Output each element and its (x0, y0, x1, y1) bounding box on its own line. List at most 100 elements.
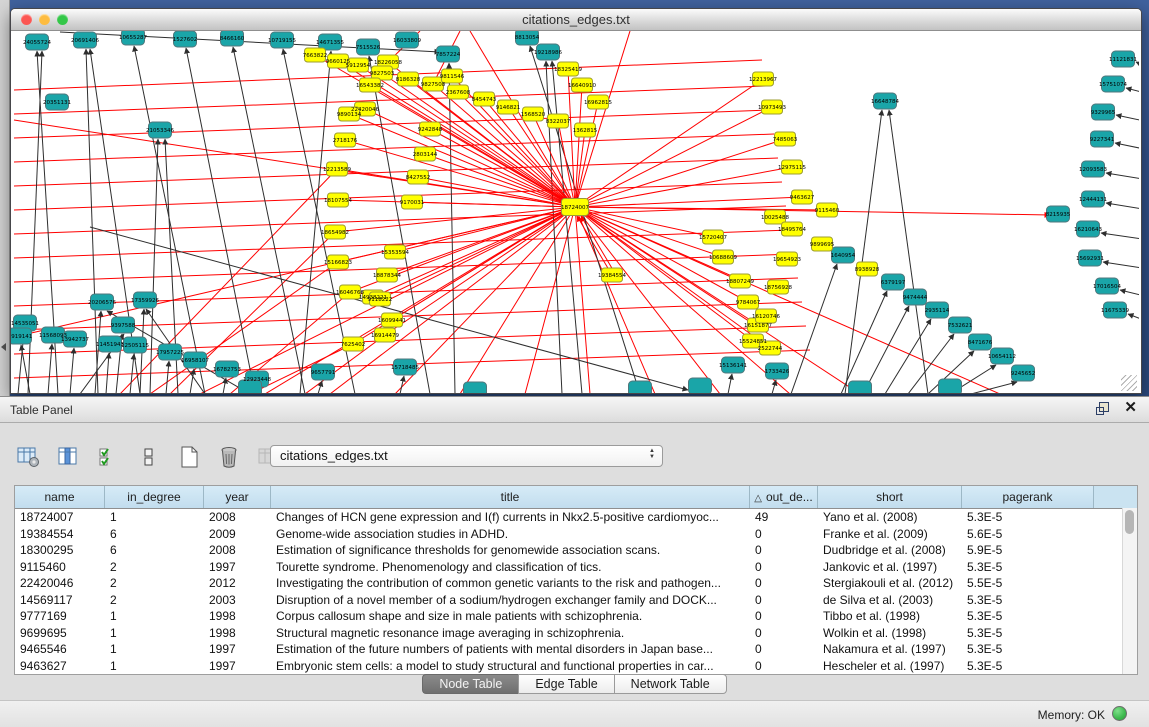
graph-node-label: 20691406 (71, 38, 99, 44)
tab-network-table[interactable]: Network Table (614, 674, 727, 694)
graph-node-label: 9899695 (810, 242, 835, 248)
graph-node-label: 15524851 (739, 339, 767, 345)
cell-year: 2012 (204, 575, 271, 592)
graph-node[interactable] (689, 378, 712, 393)
graph-node-label: 17957225 (156, 350, 184, 356)
delete-column-icon[interactable] (216, 444, 242, 470)
table-row[interactable]: 1456911722003Disruption of a novel membe… (15, 592, 1137, 609)
graph-node-label: 10973493 (758, 105, 786, 111)
graph-node[interactable] (939, 379, 962, 393)
graph-node-label: 2935114 (925, 308, 950, 314)
column-header-short[interactable]: short (818, 486, 962, 508)
cell-title: Genome-wide association studies in ADHD. (271, 526, 750, 543)
column-header-pagerank[interactable]: pagerank (962, 486, 1094, 508)
graph-node-label: 11121831 (1109, 57, 1137, 63)
graph-node-label: 18724007 (561, 205, 589, 211)
graph-node-label: 9474444 (903, 295, 928, 301)
table-row[interactable]: 946362711997Embryonic stem cells: a mode… (15, 658, 1137, 675)
scrollbar-thumb[interactable] (1125, 510, 1134, 534)
graph-node-label: 18325419 (554, 67, 582, 73)
column-header-year[interactable]: year (204, 486, 271, 508)
graph-node-label: 21053346 (146, 128, 174, 134)
cell-in_degree: 1 (105, 509, 204, 526)
graph-node-label: 5912954 (346, 63, 371, 69)
cell-title: Corpus callosum shape and size in male p… (271, 608, 750, 625)
table-row[interactable]: 969969511998Structural magnetic resonanc… (15, 625, 1137, 642)
cell-title: Structural magnetic resonance image aver… (271, 625, 750, 642)
rows-icon[interactable] (136, 444, 162, 470)
column-header-out_degree[interactable]: △out_de... (750, 486, 818, 508)
cell-pagerank: 5.3E-5 (962, 658, 1094, 675)
cell-pagerank: 5.3E-5 (962, 608, 1094, 625)
column-header-title[interactable]: title (271, 486, 750, 508)
dropdown-arrows-icon: ▲▼ (649, 448, 655, 460)
left-panel-edge (0, 0, 10, 396)
table-row[interactable]: 946554611997Estimation of the future num… (15, 641, 1137, 658)
graph-node-label: 2803144 (413, 152, 438, 158)
new-column-icon[interactable] (176, 444, 202, 470)
cell-pagerank: 5.6E-5 (962, 526, 1094, 543)
panel-collapse-arrow-icon[interactable] (1, 343, 6, 351)
cell-short: Stergiakouli et al. (2012) (818, 575, 962, 592)
cell-out_degree: 49 (750, 509, 818, 526)
window-resize-grip[interactable] (1121, 375, 1137, 391)
cell-in_degree: 2 (105, 592, 204, 609)
close-panel-icon[interactable]: ✕ (1124, 401, 1137, 415)
memory-status-indicator[interactable] (1112, 706, 1127, 721)
graph-node-label: 2522744 (758, 346, 783, 352)
network-window: citations_edges.txt 24055724206914061065… (10, 8, 1142, 394)
cell-short: Jankovic et al. (1997) (818, 559, 962, 576)
table-tabs: Node TableEdge TableNetwork Table (0, 674, 1149, 694)
cell-out_degree: 0 (750, 641, 818, 658)
cell-year: 1998 (204, 608, 271, 625)
column-header-in_degree[interactable]: in_degree (105, 486, 204, 508)
graph-node-label: 8215935 (1046, 212, 1071, 218)
cell-short: Yano et al. (2008) (818, 509, 962, 526)
table-row[interactable]: 977716911998Corpus callosum shape and si… (15, 608, 1137, 625)
graph-node-label: 14535051 (11, 321, 39, 327)
table-row[interactable]: 2242004622012Investigating the contribut… (15, 575, 1137, 592)
graph-node[interactable] (464, 382, 487, 393)
cell-name: 14569117 (15, 592, 105, 609)
graph-node-label: 10654112 (988, 354, 1016, 360)
tab-node-table[interactable]: Node Table (422, 674, 518, 694)
graph-node-label: 12093583 (1079, 167, 1107, 173)
table-selector-dropdown[interactable]: citations_edges.txt ▲▼ (270, 445, 663, 467)
cell-in_degree: 2 (105, 575, 204, 592)
cell-out_degree: 0 (750, 592, 818, 609)
table-row[interactable]: 1872400712008Changes of HCN gene express… (15, 509, 1137, 526)
table-row[interactable]: 1938455462009Genome-wide association stu… (15, 526, 1137, 543)
graph-node-label: 18756928 (764, 285, 792, 291)
table-scrollbar[interactable] (1122, 508, 1137, 674)
network-canvas[interactable]: 2405572420691406106552871527602846616010… (11, 31, 1139, 393)
window-title: citations_edges.txt (11, 12, 1141, 27)
graph-node-label: 16958107 (181, 358, 209, 364)
select-columns-icon[interactable] (96, 444, 122, 470)
graph-node-label: 16782753 (213, 367, 241, 373)
table-options-icon[interactable] (16, 444, 42, 470)
graph-node-label: 12213967 (749, 77, 777, 83)
graph-node-label: 17016504 (1093, 284, 1121, 290)
cell-out_degree: 0 (750, 559, 818, 576)
graph-node-label: 7515526 (356, 45, 381, 51)
show-hide-columns-icon[interactable] (56, 444, 82, 470)
tab-edge-table[interactable]: Edge Table (518, 674, 613, 694)
network-window-titlebar[interactable]: citations_edges.txt (11, 9, 1141, 31)
float-panel-icon[interactable] (1096, 401, 1110, 415)
graph-node-label: 15136141 (719, 363, 747, 369)
graph-node-label: 1733426 (765, 369, 790, 375)
graph-node[interactable] (629, 381, 652, 393)
graph-node-label: 15720407 (699, 235, 727, 241)
cell-name: 9115460 (15, 559, 105, 576)
graph-node-label: 9146821 (496, 105, 521, 111)
cell-year: 2008 (204, 542, 271, 559)
table-row[interactable]: 911546021997Tourette syndrome. Phenomeno… (15, 559, 1137, 576)
column-header-name[interactable]: name (15, 486, 105, 508)
table-header-row: namein_degreeyeartitle△out_de...shortpag… (15, 486, 1137, 509)
graph-node-label: 7485063 (773, 137, 798, 143)
cell-pagerank: 5.3E-5 (962, 625, 1094, 642)
graph-node[interactable] (849, 381, 872, 393)
graph-node-label: 19218986 (534, 50, 562, 56)
graph-node-label: 9811546 (440, 74, 465, 80)
table-row[interactable]: 1830029562008Estimation of significance … (15, 542, 1137, 559)
